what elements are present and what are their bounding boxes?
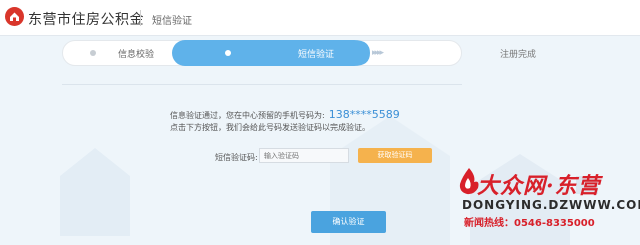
info-message: 信息验证通过，您在中心预留的手机号码为: 138****5589	[170, 108, 400, 121]
step-divider	[62, 84, 462, 85]
progress-steps: 信息校验 短信验证 ▸▸▸▸ 注册完成	[62, 40, 536, 66]
watermark-url: DONGYING.DZWWW.COM	[462, 198, 640, 212]
brand-name: 东营市住房公积金	[28, 12, 144, 28]
get-code-button[interactable]: 获取验证码	[358, 148, 432, 163]
housing-fund-logo-icon	[5, 7, 24, 26]
info-text: 信息验证通过，您在中心预留的手机号码为:	[170, 111, 325, 120]
watermark-title: 大众网·东营	[477, 173, 601, 199]
masked-phone-number: 138****5589	[328, 108, 400, 121]
step-3-label: 注册完成	[500, 50, 537, 60]
code-field-label: 短信验证码:	[215, 153, 258, 162]
page-title: 短信验证	[152, 16, 192, 27]
sms-code-input[interactable]	[259, 148, 349, 163]
step-active-tail	[344, 40, 370, 66]
step-1-dot	[90, 50, 96, 56]
watermark-hotline: 新闻热线：0546-8335000	[464, 218, 595, 229]
header-divider	[140, 10, 141, 26]
step-2-dot	[225, 50, 231, 56]
step-arrow-icon: ▸▸▸▸	[372, 48, 384, 58]
confirm-verify-button[interactable]: 确认验证	[311, 211, 386, 233]
top-header: 东营市住房公积金 短信验证	[0, 0, 640, 36]
info-instruction: 点击下方按钮，我们会给此号码发送验证码以完成验证。	[170, 123, 370, 132]
step-1-label: 信息校验	[118, 50, 155, 60]
step-2-label: 短信验证	[298, 50, 335, 60]
